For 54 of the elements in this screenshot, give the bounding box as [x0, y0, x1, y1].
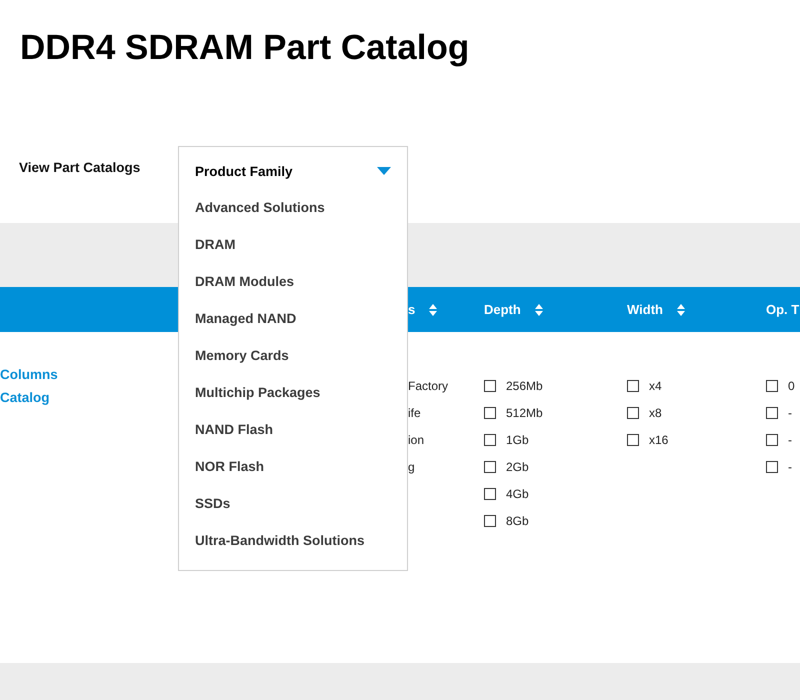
option-label: 1Gb	[506, 432, 529, 446]
dropdown-option[interactable]: Managed NAND	[195, 300, 296, 337]
checkbox[interactable]	[766, 380, 778, 392]
checkbox[interactable]	[484, 460, 496, 472]
dropdown-option[interactable]: Ultra-Bandwidth Solutions	[195, 522, 364, 559]
option-label: Factory	[408, 378, 448, 392]
sort-icon[interactable]	[534, 304, 543, 316]
column-header[interactable]: s	[408, 302, 416, 317]
option-label: 256Mb	[506, 378, 543, 392]
dropdown-option[interactable]: Multichip Packages	[195, 374, 320, 411]
dropdown-menu[interactable]: Product Family Advanced Solutions DRAM DRAM Modules Managed NAND Memory Cards Multichip Packages NAND Flash NOR Flash SSDs Ultra-Bandwidth Solutions	[178, 146, 408, 571]
dropdown-option[interactable]: DRAM	[195, 226, 236, 263]
dropdown-value: Product Family	[195, 164, 293, 178]
option-label: ife	[408, 406, 421, 420]
checkbox[interactable]	[484, 488, 496, 500]
column-header[interactable]: Op. T	[766, 302, 800, 317]
checkbox[interactable]	[484, 514, 496, 526]
dropdown-option[interactable]: NOR Flash	[195, 448, 264, 485]
option-label: 0	[788, 378, 795, 392]
option-label: 4Gb	[506, 486, 529, 500]
checkbox[interactable]	[766, 460, 778, 472]
option-label: -	[788, 406, 792, 420]
option-label: -	[788, 460, 792, 474]
sort-icon[interactable]	[429, 304, 438, 316]
option-label: x8	[649, 406, 662, 420]
option-label: g	[408, 460, 415, 474]
column-header[interactable]: Width	[627, 302, 663, 317]
dropdown-option[interactable]: Advanced Solutions	[195, 189, 325, 226]
dropdown-option[interactable]: SSDs	[195, 485, 230, 522]
checkbox[interactable]	[484, 406, 496, 418]
checkbox[interactable]	[627, 380, 639, 392]
field-label: View Part Catalogs	[19, 160, 140, 175]
checkbox[interactable]	[627, 406, 639, 418]
option-label: -	[788, 432, 792, 446]
checkbox[interactable]	[484, 380, 496, 392]
link[interactable]: Catalog	[0, 390, 50, 405]
link[interactable]: Columns	[0, 367, 58, 382]
checkbox[interactable]	[627, 434, 639, 446]
page-title: DDR4 SDRAM Part Catalog	[19, 27, 470, 69]
caret-icon	[377, 167, 391, 175]
option-label: 8Gb	[506, 514, 529, 528]
option-label: x16	[649, 432, 668, 446]
checkbox[interactable]	[484, 434, 496, 446]
checkbox[interactable]	[766, 406, 778, 418]
option-label: 2Gb	[506, 460, 529, 474]
column-header[interactable]: Depth	[484, 302, 521, 317]
dropdown-option[interactable]: Memory Cards	[195, 337, 289, 374]
checkbox[interactable]	[766, 434, 778, 446]
dropdown-option[interactable]: NAND Flash	[195, 411, 274, 448]
sort-icon[interactable]	[676, 304, 685, 316]
option-label: x4	[649, 378, 662, 392]
option-label: 512Mb	[506, 406, 543, 420]
dropdown-option[interactable]: DRAM Modules	[195, 263, 294, 300]
option-label: ion	[408, 432, 424, 446]
